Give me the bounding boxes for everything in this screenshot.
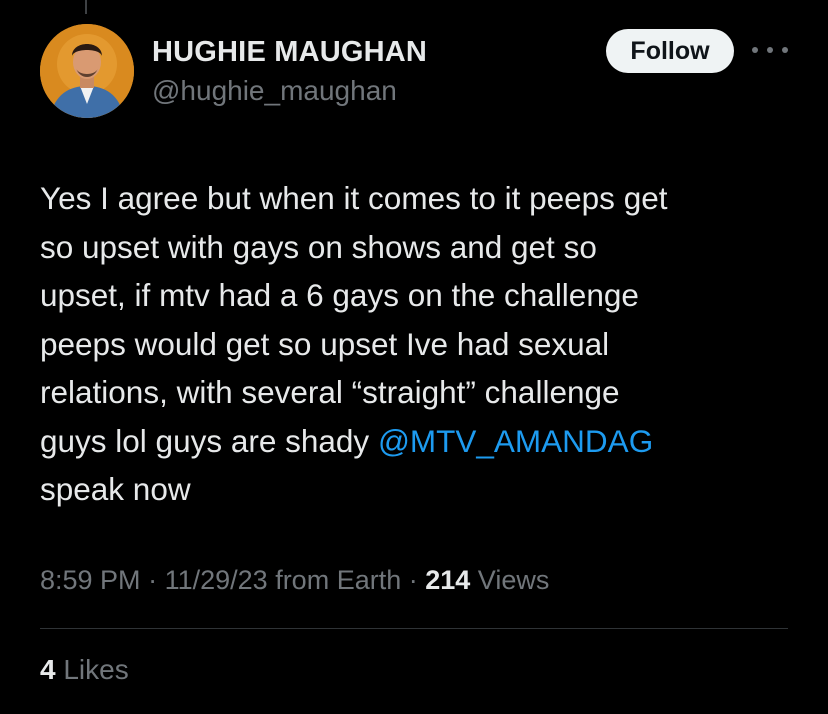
avatar-image xyxy=(40,24,134,118)
author-handle[interactable]: @hughie_maughan xyxy=(152,75,397,107)
thread-connector-line xyxy=(85,0,87,14)
more-dot xyxy=(782,47,788,53)
separator: · xyxy=(401,565,426,595)
author-name[interactable]: HUGHIE MAUGHAN xyxy=(152,36,427,69)
tweet-line: so upset with gays on shows and get so xyxy=(40,228,597,265)
tweet-location: from Earth xyxy=(275,565,402,595)
tweet-line-text: guys lol guys are shady xyxy=(40,422,378,459)
tweet-line: Yes I agree but when it comes to it peep… xyxy=(40,180,668,216)
tweet-line: speak now xyxy=(40,471,191,507)
avatar[interactable] xyxy=(40,24,134,118)
tweet-line: upset, if mtv had a 6 gays on the challe… xyxy=(40,277,639,313)
divider xyxy=(40,628,788,629)
tweet-time[interactable]: 8:59 PM xyxy=(40,565,141,595)
more-dot xyxy=(767,47,773,53)
tweet-line-with-mention: guys lol guys are shady @MTV_AMANDAG xyxy=(40,417,800,466)
tweet-text: Yes I agree but when it comes to it peep… xyxy=(40,174,800,514)
mention-link[interactable]: @MTV_AMANDAG xyxy=(378,423,653,459)
follow-button[interactable]: Follow xyxy=(606,29,734,73)
tweet-line: relations, with several “straight” chall… xyxy=(40,374,620,410)
likes-count: 4 xyxy=(40,654,56,685)
more-horizontal-icon[interactable] xyxy=(752,38,788,62)
likes-label: Likes xyxy=(55,654,129,685)
more-dot xyxy=(752,47,758,53)
tweet-metadata: 8:59 PM · 11/29/23 from Earth · 214 View… xyxy=(40,565,549,596)
views-label: Views xyxy=(470,565,550,595)
likes-link[interactable]: 4 Likes xyxy=(40,654,129,686)
views-count: 214 xyxy=(425,565,471,595)
tweet-date[interactable]: 11/29/23 xyxy=(165,565,268,595)
separator: · xyxy=(140,565,165,595)
tweet-line: peeps would get so upset Ive had sexual xyxy=(40,325,610,362)
